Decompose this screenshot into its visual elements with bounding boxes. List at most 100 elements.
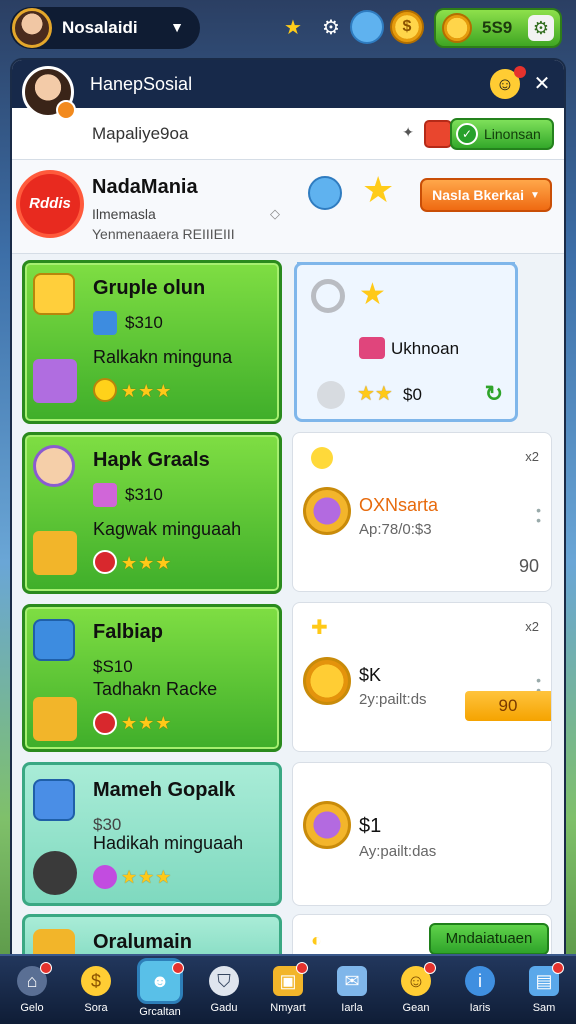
nav-item-smiley[interactable]: ☺ Gean	[384, 956, 448, 1024]
reward-card[interactable]: ★ Ukhnoan ★★ $0 ↻	[294, 262, 518, 422]
drop-icon[interactable]	[350, 10, 384, 44]
reward-card[interactable]: ✚ x2 $K 2y:pailt:ds • • 90	[292, 602, 552, 752]
cube-icon	[93, 483, 117, 507]
card-title: Falbiap	[93, 621, 164, 643]
profile-selector[interactable]: Nosalaidi ▼	[10, 7, 200, 49]
link-button-label: Linonsan	[484, 126, 541, 142]
nav-item-shop[interactable]: ▣ Nmyart	[256, 956, 320, 1024]
card-title: Oralumain	[93, 931, 192, 953]
group-card[interactable]: Falbiap $S10 Tadhakn Racke ★★★	[22, 604, 282, 752]
search-row: Mapaliye9oa ✦ ✓ Linonsan	[12, 108, 564, 160]
rating-stars: ★★★	[121, 381, 173, 401]
chest-icon	[33, 697, 77, 741]
cube-icon	[93, 311, 117, 335]
coin-icon[interactable]: $	[390, 10, 424, 44]
featured-button[interactable]: Nasla Bkerkai ▼	[420, 178, 552, 212]
reward-card[interactable]: $1 Ay:pailt:das	[292, 762, 552, 906]
card-price: $30	[93, 815, 122, 834]
claim-button[interactable]: Mndaiatuaen	[429, 923, 549, 955]
reward-title: $K	[359, 665, 382, 685]
chevron-down-icon: ▼	[529, 189, 540, 201]
sparkle-icon: ✦	[402, 124, 414, 140]
gear-icon[interactable]: ⚙	[314, 10, 348, 44]
top-bar: Nosalaidi ▼ ★ ⚙ $ 5S9 ⚙	[0, 0, 576, 56]
reward-count: x2	[525, 449, 539, 464]
nav-item-shield[interactable]: ⛉ Gadu	[192, 956, 256, 1024]
coin-icon	[93, 378, 117, 402]
notification-dot	[40, 962, 52, 974]
diamond-icon: ◇	[270, 206, 280, 221]
nav-label: Gadu	[210, 1002, 238, 1014]
card-price: $310	[125, 485, 163, 504]
card-desc: Kagwak minguaah	[93, 519, 242, 539]
close-icon[interactable]: ✕	[530, 72, 554, 96]
card-price: $S10	[93, 657, 133, 676]
coin-balance[interactable]: 5S9 ⚙	[434, 8, 562, 48]
notification-dot	[424, 962, 436, 974]
percent-icon	[93, 865, 117, 889]
nav-item-coins[interactable]: $ Sora	[64, 956, 128, 1024]
reward-number: 90	[518, 556, 539, 576]
card-desc: Tadhakn Racke	[93, 679, 218, 699]
nav-label: Gean	[402, 1002, 430, 1014]
star-icon: ★	[362, 169, 395, 210]
nav-item-notes[interactable]: ▤ Sam	[512, 956, 576, 1024]
nav-label: Gelo	[20, 1002, 44, 1014]
username: Nosalaidi	[62, 18, 138, 37]
sparkle-icon: ✚	[311, 617, 328, 639]
medal-icon	[303, 487, 351, 535]
nav-item-mail[interactable]: ✉ Iarla	[320, 956, 384, 1024]
character-icon	[33, 273, 75, 315]
robot-icon	[33, 531, 77, 575]
nav-label: Iarla	[341, 1002, 363, 1014]
reward-card[interactable]: x2 OXNsarta Ap:78/0:$3 • • 90	[292, 432, 552, 592]
star-shop-icon[interactable]: ★	[276, 10, 310, 44]
featured-subtitle-2: Yenmenaaera REIIIEIII	[92, 226, 235, 242]
reward-value: $0	[403, 385, 422, 404]
gift-icon[interactable]	[424, 120, 452, 148]
card-border	[297, 262, 515, 265]
candy-icon	[359, 337, 385, 359]
nav-item-social[interactable]: ☻ Grcaltan	[128, 956, 192, 1024]
featured-row: Rddis NadaMania Ilmemasla Yenmenaaera RE…	[12, 160, 564, 254]
check-icon: ✓	[456, 123, 478, 145]
featured-button-label: Nasla Bkerkai	[432, 187, 524, 203]
star-icon: ★	[359, 278, 386, 311]
coin-icon: ◐	[311, 930, 322, 950]
blob-mascot-icon	[308, 176, 342, 210]
card-desc: Hadikah minguaah	[93, 833, 244, 853]
notification-dot	[172, 962, 184, 974]
badge-icon	[93, 711, 117, 735]
notification-dot	[552, 962, 564, 974]
reward-title: OXNsarta	[359, 495, 439, 515]
card-title: Mameh Gopalk	[93, 779, 236, 801]
character-icon	[33, 445, 75, 487]
link-button[interactable]: ✓ Linonsan	[450, 118, 554, 150]
nav-item-info[interactable]: i Iaris	[448, 956, 512, 1024]
ring-icon	[311, 279, 345, 313]
group-card[interactable]: Gruple olun $310 Ralkakn minguna ★★★	[22, 260, 282, 424]
nav-label: Nmyart	[270, 1002, 306, 1014]
reward-title: $1	[359, 815, 382, 837]
panel-header: HanepSosial ☺ ✕	[12, 60, 564, 108]
reward-number-badge[interactable]: 90	[465, 691, 551, 721]
card-price: $310	[125, 313, 163, 332]
group-card[interactable]: Mameh Gopalk $30 Hadikah minguaah ★★★	[22, 762, 282, 906]
notification-dot	[514, 66, 526, 78]
badge-icon	[93, 550, 117, 574]
reward-subtitle: 2y:pailt:ds	[359, 691, 427, 708]
nav-label: Sam	[532, 1002, 556, 1014]
placeholder-icon	[317, 381, 345, 409]
group-card[interactable]: Hapk Graals $310 Kagwak minguaah ★★★	[22, 432, 282, 594]
castle-icon	[33, 359, 77, 403]
settings-gear-icon[interactable]: ⚙	[528, 15, 554, 41]
social-panel: HanepSosial ☺ ✕ Mapaliye9oa ✦ ✓ Linonsan…	[12, 60, 564, 960]
rating-stars: ★★	[357, 383, 393, 405]
shield-icon: ⛉	[209, 966, 239, 996]
rating-stars: ★★★	[121, 553, 173, 573]
nav-label: Iaris	[469, 1002, 491, 1014]
more-icon[interactable]: • •	[536, 503, 541, 527]
nav-item-home[interactable]: ⌂ Gelo	[0, 956, 64, 1024]
refresh-icon[interactable]: ↻	[485, 381, 503, 407]
coin-icon	[311, 447, 333, 469]
